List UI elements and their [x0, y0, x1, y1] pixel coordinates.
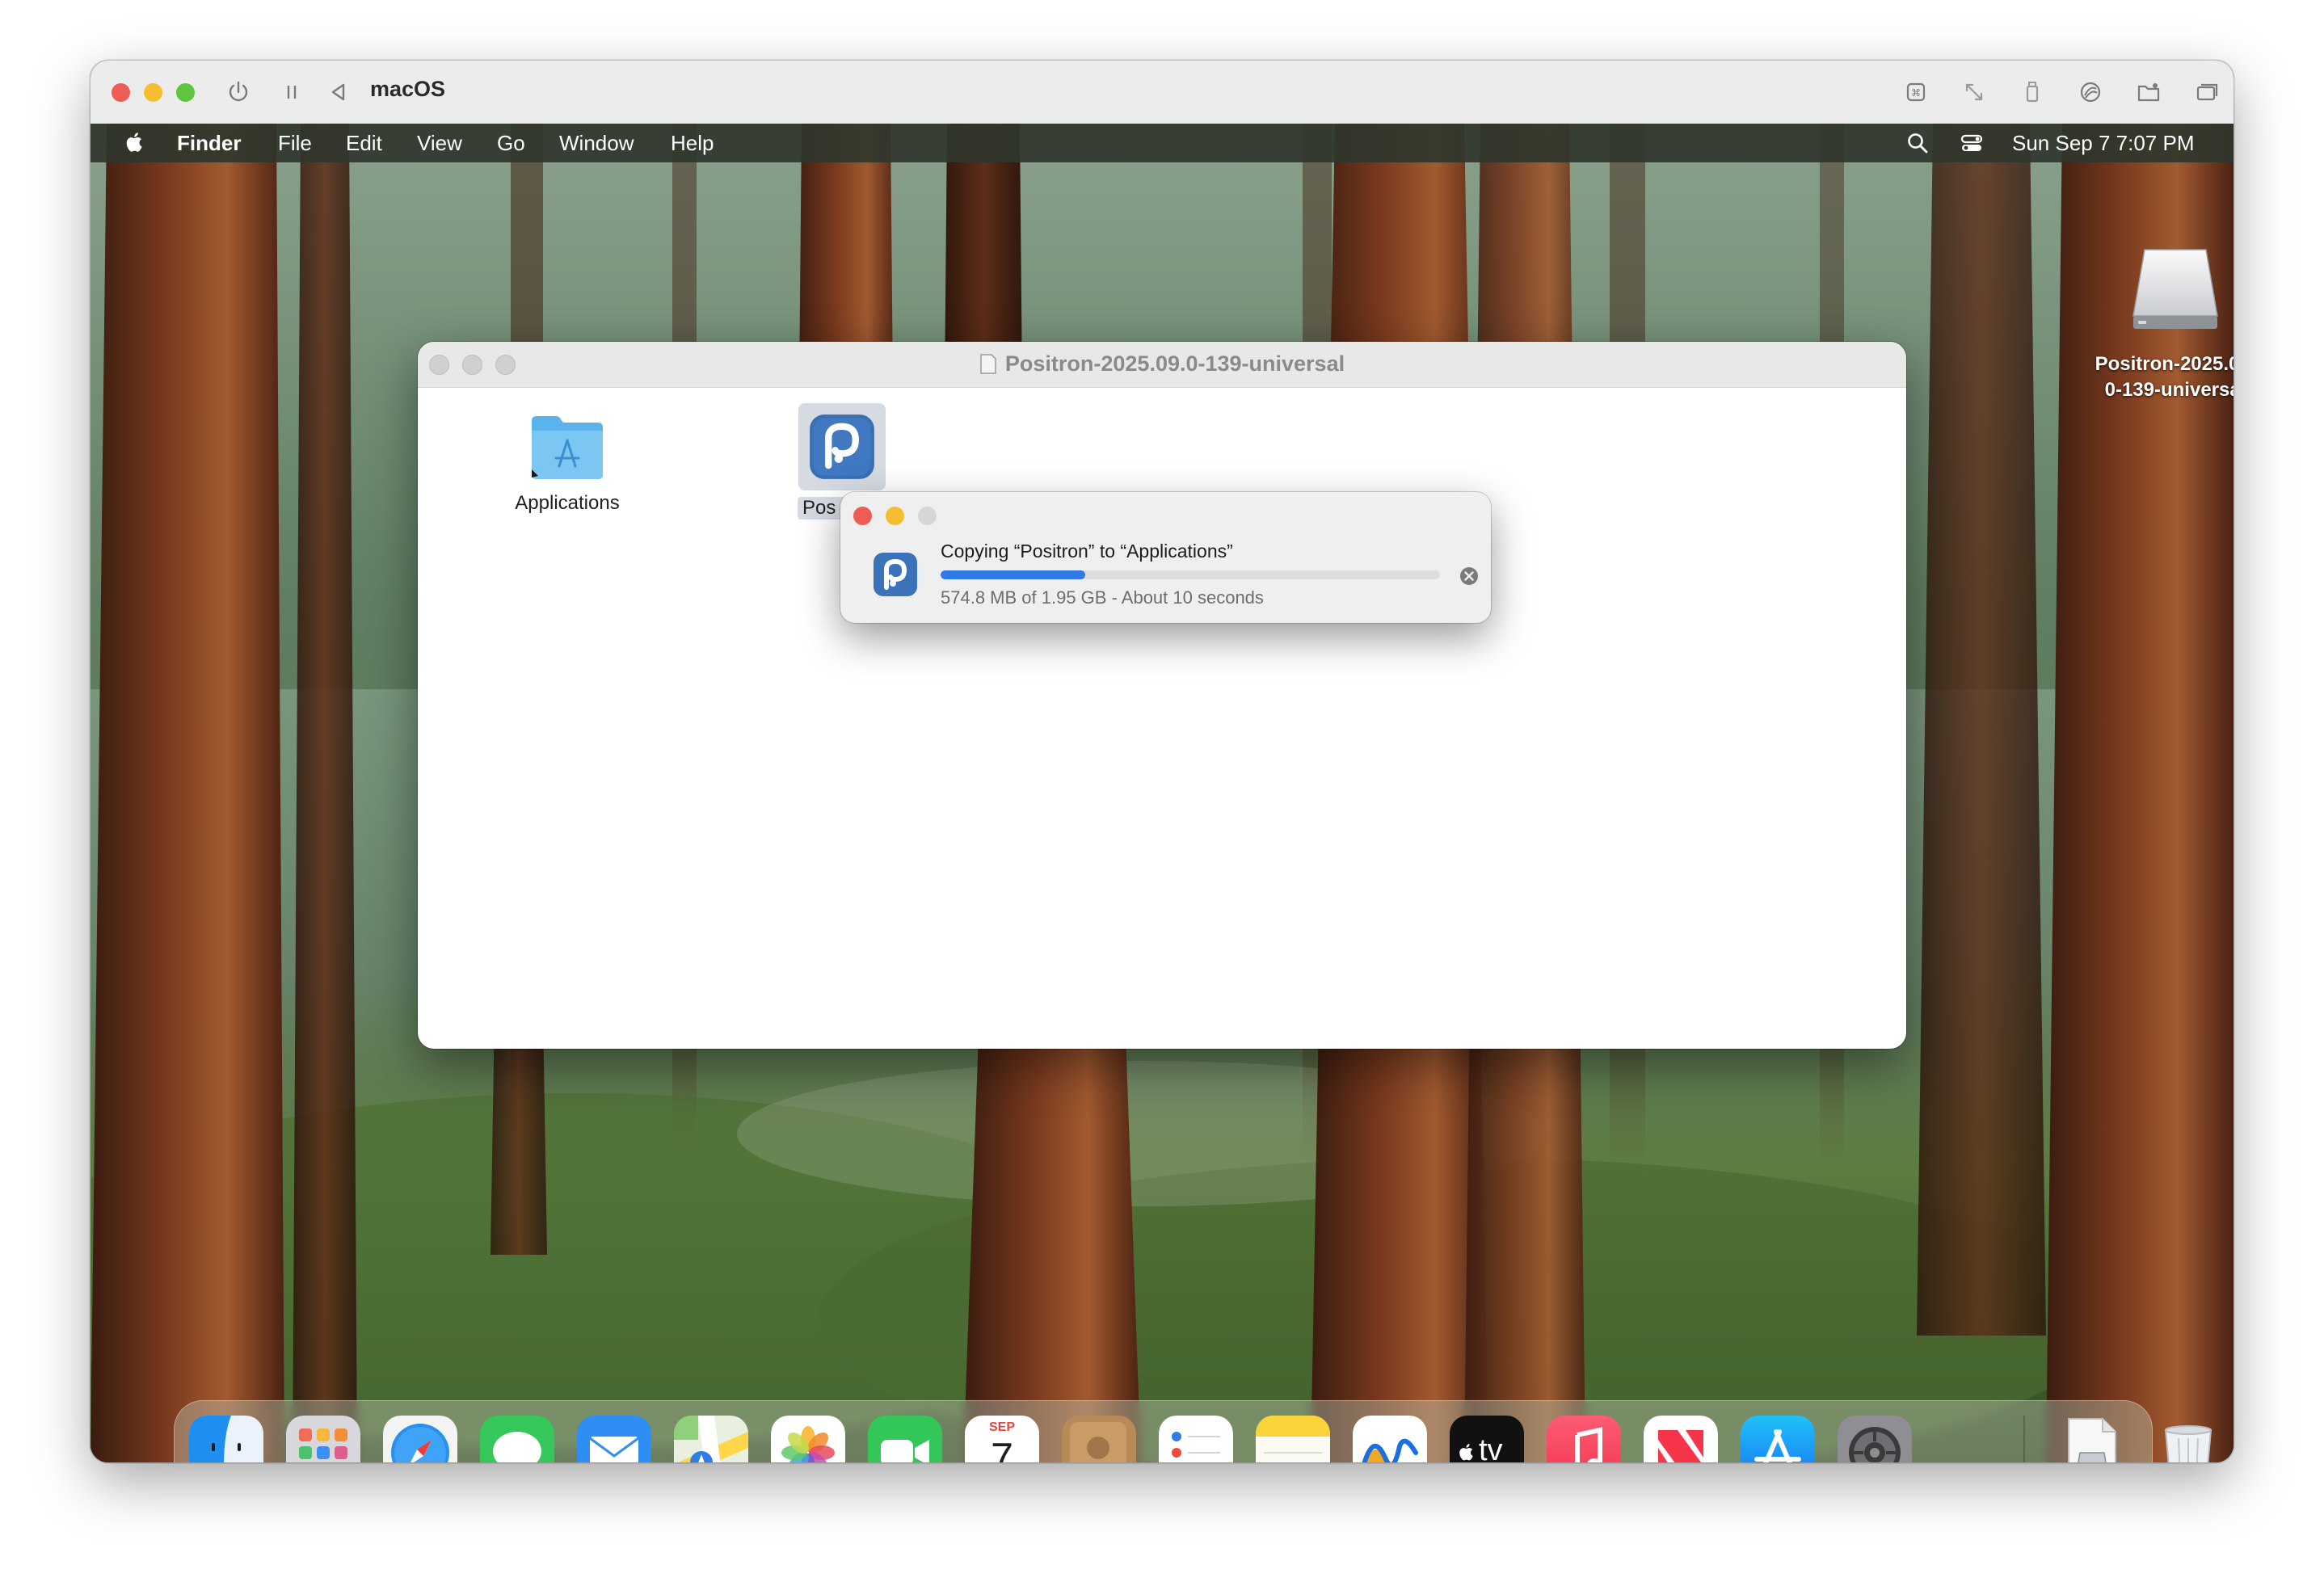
notes-icon[interactable] [1256, 1416, 1330, 1462]
usb-icon[interactable] [2019, 78, 2046, 106]
dialog-zoom-button[interactable] [918, 507, 937, 525]
tv-icon[interactable]: tv [1450, 1416, 1524, 1462]
network-icon[interactable] [2077, 78, 2104, 106]
positron-app-label: Pos [798, 497, 846, 520]
calendar-month: SEP [988, 1420, 1015, 1434]
news-icon[interactable] [1644, 1416, 1718, 1462]
spotlight-search-icon[interactable] [1905, 131, 1930, 155]
svg-text:⌘: ⌘ [1911, 87, 1921, 99]
copy-progress-dialog: Copying “Positron” to “Applications” 574… [840, 492, 1491, 623]
finder-titlebar: Positron-2025.09.0-139-universal [418, 342, 1906, 388]
disk-image-doc-icon [980, 354, 996, 374]
vm-window: macOS ⌘ Finder File Edit View Go Window … [91, 61, 2233, 1462]
facetime-icon[interactable] [868, 1416, 942, 1462]
dialog-close-button[interactable] [853, 507, 872, 525]
zoom-button[interactable] [176, 83, 195, 102]
copy-dialog-detail: 574.8 MB of 1.95 GB - About 10 seconds [941, 587, 1264, 608]
copy-dialog-title: Copying “Positron” to “Applications” [941, 541, 1233, 562]
copy-progress-fill [941, 570, 1086, 579]
power-icon[interactable] [225, 78, 252, 106]
finder-window: Positron-2025.09.0-139-universal Applica… [418, 342, 1906, 1049]
photos-icon[interactable] [771, 1416, 845, 1462]
windows-icon[interactable] [2193, 78, 2221, 106]
finder-title-text: Positron-2025.09.0-139-universal [1004, 351, 1345, 376]
calendar-icon[interactable]: SEP 7 [965, 1416, 1039, 1462]
mail-icon[interactable] [577, 1416, 651, 1462]
safari-icon[interactable] [383, 1416, 457, 1462]
cancel-copy-icon[interactable] [1459, 566, 1479, 586]
folder-share-icon[interactable] [2135, 78, 2162, 106]
menu-app-name[interactable]: Finder [177, 131, 241, 156]
menu-help[interactable]: Help [671, 131, 714, 156]
trash-icon[interactable] [2151, 1416, 2225, 1462]
dock-separator [2023, 1416, 2025, 1462]
dialog-minimize-button[interactable] [886, 507, 904, 525]
back-icon[interactable] [325, 78, 352, 106]
keyboard-icon[interactable]: ⌘ [1902, 78, 1930, 106]
launchpad-icon[interactable] [286, 1416, 360, 1462]
vm-titlebar: macOS ⌘ [91, 61, 2233, 124]
positron-app-icon [810, 414, 874, 479]
system-settings-icon[interactable] [1838, 1416, 1912, 1462]
calendar-day: 7 [991, 1435, 1013, 1462]
control-center-icon[interactable] [1960, 131, 1984, 155]
applications-folder-label: Applications [515, 492, 620, 514]
menu-clock[interactable]: Sun Sep 7 7:07 PM [2012, 131, 2194, 156]
minimize-button[interactable] [144, 83, 162, 102]
close-button[interactable] [112, 83, 130, 102]
resize-icon[interactable] [1960, 78, 1988, 106]
freeform-icon[interactable] [1353, 1416, 1427, 1462]
tv-label: tv [1479, 1433, 1503, 1462]
contacts-icon[interactable] [1062, 1416, 1136, 1462]
applications-folder-icon [532, 416, 603, 479]
music-icon[interactable] [1547, 1416, 1621, 1462]
reminders-icon[interactable] [1159, 1416, 1233, 1462]
desktop: Finder File Edit View Go Window Help Sun… [91, 124, 2233, 1462]
menu-file[interactable]: File [278, 131, 312, 156]
menu-bar: Finder File Edit View Go Window Help Sun… [91, 124, 2233, 162]
disk-image-icon[interactable] [2054, 1416, 2128, 1462]
applications-folder-item[interactable]: Applications [490, 411, 644, 515]
menu-go[interactable]: Go [497, 131, 525, 156]
desktop-disk-label: Positron-2025.09. 0-139-universal [2095, 353, 2233, 401]
copy-progress-bar [941, 570, 1440, 579]
apple-menu-icon[interactable] [123, 130, 147, 154]
dock: SEP 7 tv [174, 1400, 2212, 1462]
pause-icon[interactable] [278, 78, 305, 106]
maps-icon[interactable] [674, 1416, 748, 1462]
menu-view[interactable]: View [417, 131, 462, 156]
vm-title: macOS [370, 77, 446, 101]
external-disk-icon [2132, 249, 2218, 329]
finder-icon[interactable] [189, 1416, 263, 1462]
app-store-icon[interactable] [1741, 1416, 1815, 1462]
menu-edit[interactable]: Edit [346, 131, 382, 156]
menu-window[interactable]: Window [559, 131, 634, 156]
positron-icon [874, 553, 917, 596]
finder-title: Positron-2025.09.0-139-universal [418, 351, 1906, 377]
messages-icon[interactable] [480, 1416, 554, 1462]
